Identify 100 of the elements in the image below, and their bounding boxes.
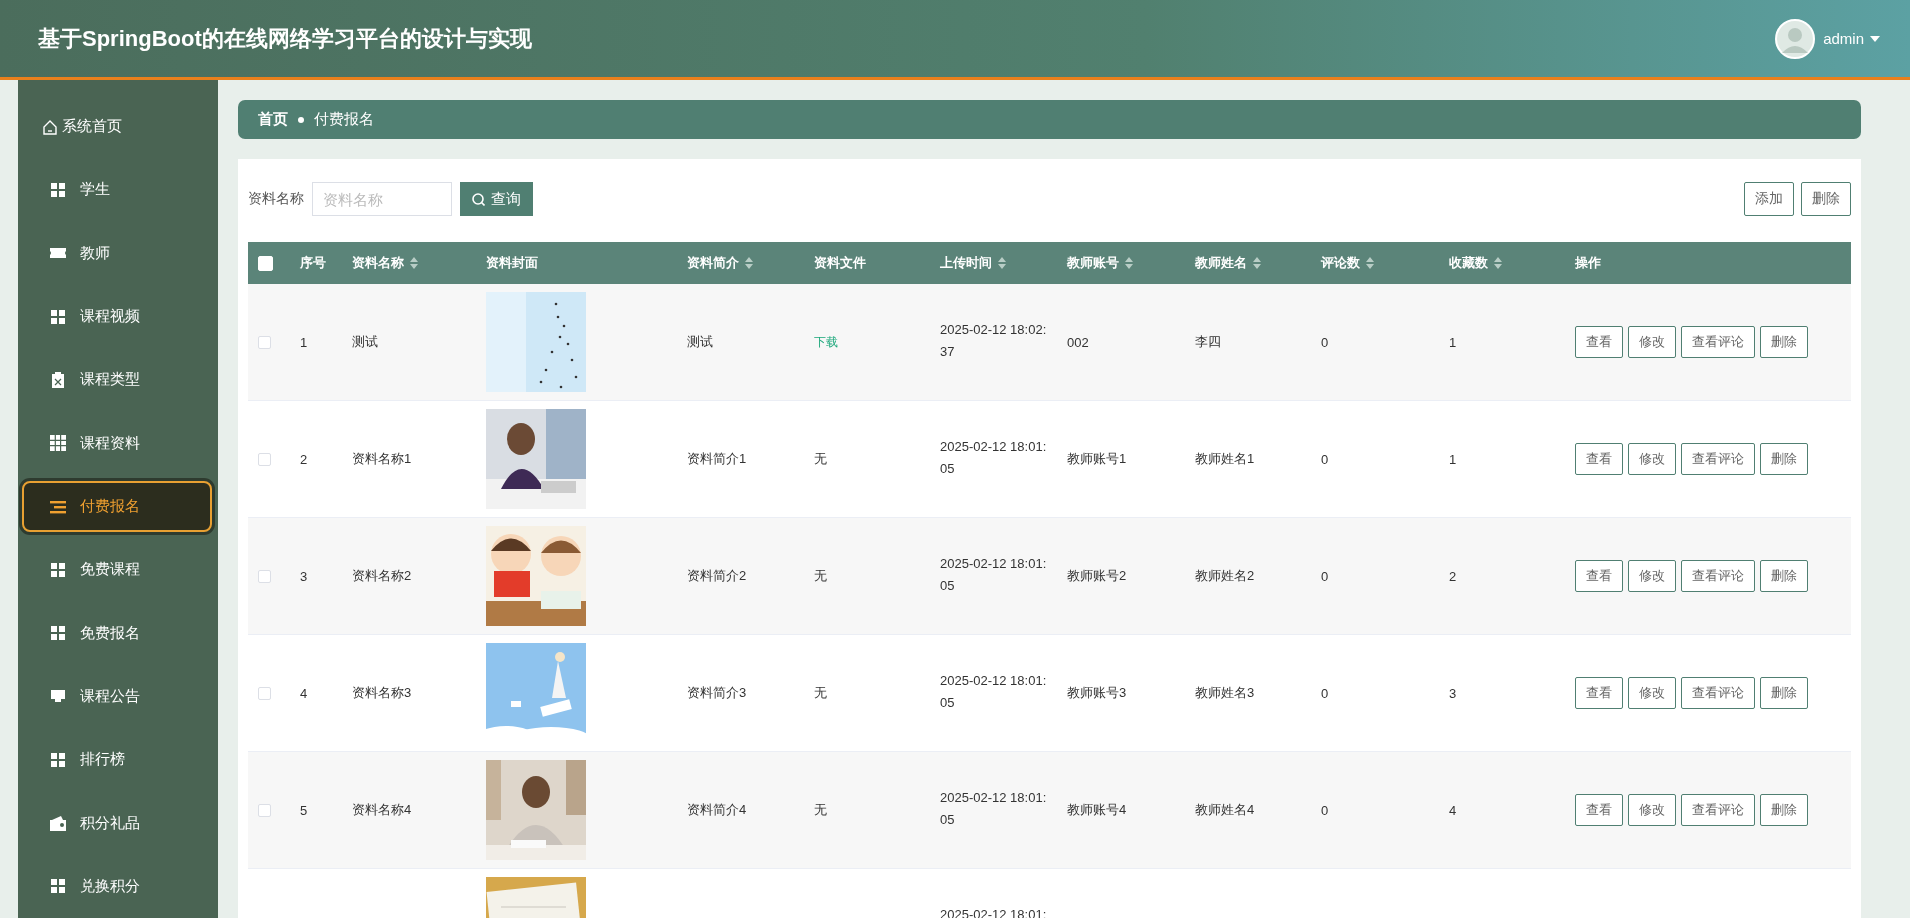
sidebar-item[interactable]: 付费报名 [22,480,212,533]
sort-icon [745,257,753,269]
table-cell: 0 [1321,685,1329,701]
search-field[interactable]: 资料名称 [312,182,452,216]
sidebar-item[interactable]: 免费报名 [22,607,212,659]
list-icon [50,498,66,515]
row-checkbox[interactable] [258,686,271,700]
column-header: 序号 [299,254,327,272]
action-button[interactable]: 查看评论 [1681,326,1755,358]
row-checkbox[interactable] [258,452,271,466]
sidebar-item[interactable]: 学生 [22,164,212,216]
table-cell: 002 [1067,334,1089,350]
table-cell: 2025-02-12 18:02:37 [940,322,1047,359]
table-cell: 2025-02-12 18:01:05 [940,439,1047,476]
action-button[interactable]: 查看 [1575,677,1623,709]
action-button[interactable]: 查看评论 [1681,560,1755,592]
grid-icon [50,181,66,198]
sidebar-item[interactable]: 免费课程 [22,544,212,596]
sidebar-item[interactable]: 教师 [22,227,212,279]
action-button[interactable]: 修改 [1628,443,1676,475]
table-cell: 2 [300,451,308,467]
action-button[interactable]: 修改 [1628,794,1676,826]
table-cell: 资料名称4 [352,802,412,817]
field-label: 资料名称 [248,190,304,208]
tray-icon [50,688,66,705]
column-header[interactable]: 教师姓名 [1185,254,1311,272]
sort-icon [998,257,1006,269]
table-cell: 0 [1321,451,1329,467]
table-cell: 资料名称1 [352,451,412,466]
toolbar-button[interactable]: 删除 [1801,182,1851,216]
table-cell: 资料简介2 [687,568,747,583]
table-cell: 无 [814,451,827,466]
table-cell: 3 [300,568,308,584]
sort-icon [1125,257,1133,269]
action-button[interactable]: 修改 [1628,560,1676,592]
column-header[interactable]: 教师账号 [1057,254,1185,272]
column-header[interactable]: 资料名称 [342,254,476,272]
table-cell: 4 [300,685,308,701]
breadcrumb-item[interactable]: 首页 [258,110,288,129]
action-button[interactable]: 删除 [1760,560,1808,592]
table-cell: 1 [1449,334,1457,350]
action-button[interactable]: 删除 [1760,443,1808,475]
action-button[interactable]: 查看评论 [1681,443,1755,475]
column-header: 资料文件 [813,254,867,272]
grid-icon [50,878,66,895]
table-cell: 0 [1321,334,1329,350]
table-cell: 测试 [687,334,713,349]
column-header: 操作 [1574,254,1602,272]
table-cell: 2025-02-12 18:01:05 [940,673,1047,710]
sidebar-item[interactable]: 课程类型 [22,354,212,406]
sort-icon [410,257,418,269]
sidebar-item[interactable]: 课程资料 [22,417,212,469]
table-cell: 教师姓名1 [1195,451,1255,466]
avatar-icon [1775,18,1816,59]
search-button[interactable]: 查询 [460,182,533,216]
select-all-checkbox[interactable] [258,255,273,271]
table-cell: 李四 [1195,334,1221,349]
row-checkbox[interactable] [258,803,271,817]
table-cell: 教师账号3 [1067,685,1127,700]
table-cell: 教师姓名3 [1195,685,1255,700]
action-button[interactable]: 删除 [1760,677,1808,709]
action-button[interactable]: 查看 [1575,560,1623,592]
table-cell: 无 [814,685,827,700]
table-cell: 1 [1449,451,1457,467]
sidebar-item[interactable]: 积分礼品 [22,797,212,849]
toolbar-button[interactable]: 添加 [1744,182,1794,216]
row-checkbox[interactable] [258,569,271,583]
table-cell: 无 [814,568,827,583]
table-cell: 教师姓名2 [1195,568,1255,583]
column-header[interactable]: 资料简介 [677,254,804,272]
sidebar-item[interactable]: 课程视频 [22,290,212,343]
column-header[interactable]: 评论数 [1311,254,1439,272]
table-cell: 资料简介1 [687,451,747,466]
sidebar-item[interactable]: 排行榜 [22,734,212,786]
sidebar-item[interactable]: 兑换积分 [22,860,212,913]
table-cell: 教师账号4 [1067,802,1127,817]
home-icon [42,118,58,135]
action-button[interactable]: 查看 [1575,443,1623,475]
sidebar-item[interactable]: 系统首页 [22,101,212,153]
table-cell: 资料简介3 [687,685,747,700]
table-cell: 资料名称2 [352,568,412,583]
action-button[interactable]: 修改 [1628,677,1676,709]
grid-icon [50,625,66,642]
action-button[interactable]: 查看评论 [1681,794,1755,826]
action-button[interactable]: 查看评论 [1681,677,1755,709]
table-cell: 4 [1449,802,1457,818]
action-button[interactable]: 删除 [1760,794,1808,826]
sort-icon [1366,257,1374,269]
grid-icon [50,751,66,768]
table-cell: 2025-02-12 18:01:05 [940,790,1047,827]
action-button[interactable]: 删除 [1760,326,1808,358]
table-cell: 资料简介4 [687,802,747,817]
action-button[interactable]: 查看 [1575,326,1623,358]
action-button[interactable]: 修改 [1628,326,1676,358]
grid-icon [50,561,66,578]
row-checkbox[interactable] [258,335,271,349]
column-header[interactable]: 上传时间 [930,254,1057,272]
column-header[interactable]: 收藏数 [1439,254,1565,272]
action-button[interactable]: 查看 [1575,794,1623,826]
sidebar-item[interactable]: 课程公告 [22,670,212,723]
